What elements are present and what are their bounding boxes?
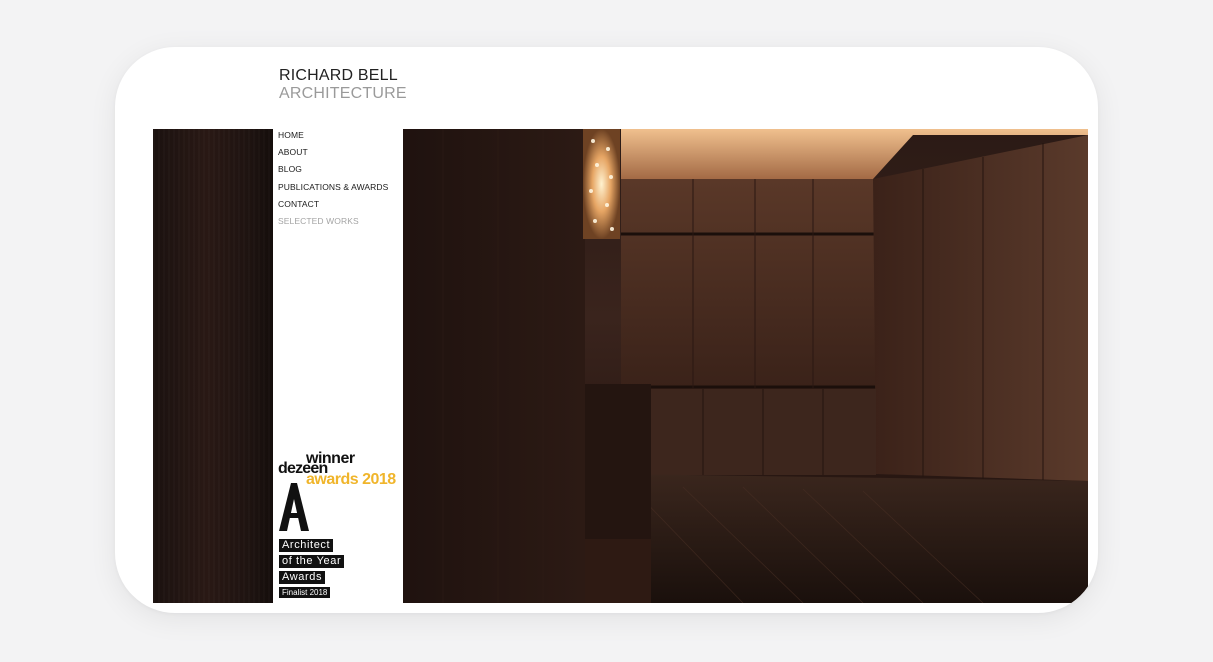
aya-finalist: Finalist 2018: [279, 587, 331, 598]
nav-blog[interactable]: BLOG: [278, 161, 388, 178]
nav-contact[interactable]: CONTACT: [278, 196, 388, 213]
main-nav: HOME ABOUT BLOG PUBLICATIONS & AWARDS CO…: [278, 127, 388, 230]
hero-image[interactable]: [403, 129, 1088, 603]
interior-photo: [403, 129, 1088, 603]
aya-line-3: Awards: [279, 571, 326, 584]
aya-line-1: Architect: [279, 539, 334, 552]
nav-home[interactable]: HOME: [278, 127, 388, 144]
page-card: RICHARD BELL ARCHITECTURE HOME ABOUT BLO…: [115, 47, 1098, 613]
nav-publications-awards[interactable]: PUBLICATIONS & AWARDS: [278, 179, 388, 196]
left-wood-panel: [153, 129, 273, 603]
logo-line-2: ARCHITECTURE: [279, 85, 407, 102]
site-logo[interactable]: RICHARD BELL ARCHITECTURE: [279, 67, 407, 103]
aya-logo-icon: [279, 483, 309, 531]
architect-of-year-badge: Architect of the Year Awards Finalist 20…: [279, 483, 345, 598]
nav-selected-works[interactable]: SELECTED WORKS: [278, 213, 388, 230]
nav-about[interactable]: ABOUT: [278, 144, 388, 161]
aya-line-2: of the Year: [279, 555, 345, 568]
logo-line-1: RICHARD BELL: [279, 67, 398, 84]
